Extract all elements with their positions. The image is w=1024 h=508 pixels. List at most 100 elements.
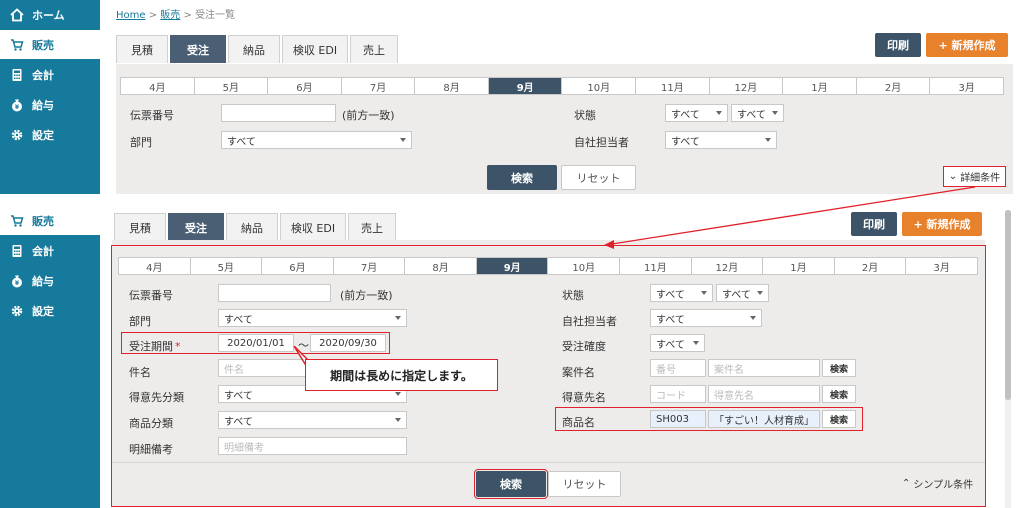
customer-code-input[interactable]: コード bbox=[650, 385, 706, 403]
new-create-button-bottom[interactable]: + 新規作成 bbox=[902, 212, 982, 236]
reset-button[interactable]: リセット bbox=[561, 165, 636, 190]
chevron-down-icon bbox=[765, 138, 771, 142]
bottom-month-9[interactable]: 1月 bbox=[763, 258, 835, 274]
chevron-down-icon bbox=[716, 111, 722, 115]
chevron-down-icon bbox=[395, 316, 401, 320]
top-month-1[interactable]: 5月 bbox=[195, 78, 269, 94]
status-select-2-bottom[interactable]: すべて bbox=[716, 284, 769, 302]
top-month-0[interactable]: 4月 bbox=[121, 78, 195, 94]
money-bag-icon: ¥ bbox=[10, 98, 24, 112]
top-month-7[interactable]: 11月 bbox=[636, 78, 710, 94]
top-month-9[interactable]: 1月 bbox=[783, 78, 857, 94]
top-month-4[interactable]: 8月 bbox=[415, 78, 489, 94]
simple-conditions-toggle[interactable]: ⌃ シンプル条件 bbox=[902, 476, 973, 491]
certainty-select[interactable]: すべて bbox=[650, 334, 705, 352]
product-class-select[interactable]: すべて bbox=[218, 411, 407, 429]
breadcrumb-current: 受注一覧 bbox=[195, 10, 236, 21]
top-nav-item-3[interactable]: ¥ 給与 bbox=[0, 90, 100, 119]
bottom-month-10[interactable]: 2月 bbox=[835, 258, 907, 274]
department-label-bottom: 部門 bbox=[129, 315, 151, 328]
bottom-month-7[interactable]: 11月 bbox=[620, 258, 692, 274]
top-tab-1[interactable]: 受注 bbox=[170, 35, 226, 63]
status-select-2[interactable]: すべて bbox=[731, 104, 784, 122]
print-button-bottom[interactable]: 印刷 bbox=[851, 212, 897, 236]
project-label: 案件名 bbox=[562, 366, 595, 379]
bottom-month-2[interactable]: 6月 bbox=[262, 258, 334, 274]
project-name-input[interactable]: 案件名 bbox=[708, 359, 820, 377]
department-select[interactable]: すべて bbox=[221, 131, 412, 149]
bottom-nav-item-2[interactable]: ¥ 給与 bbox=[0, 266, 100, 295]
chevron-down-icon bbox=[693, 341, 699, 345]
top-tab-4[interactable]: 売上 bbox=[350, 35, 398, 63]
chevron-down-icon bbox=[400, 138, 406, 142]
customer-search-button[interactable]: 検索 bbox=[822, 385, 856, 403]
new-create-button[interactable]: + 新規作成 bbox=[926, 33, 1008, 57]
product-code-input[interactable]: SH003 bbox=[650, 410, 706, 428]
bottom-month-0[interactable]: 4月 bbox=[119, 258, 191, 274]
search-button[interactable]: 検索 bbox=[487, 165, 557, 190]
top-month-8[interactable]: 12月 bbox=[710, 78, 784, 94]
top-month-6[interactable]: 10月 bbox=[562, 78, 637, 94]
bottom-month-5[interactable]: 9月 bbox=[476, 258, 549, 274]
product-name-input[interactable]: 「すごい！人材育成」 bbox=[708, 410, 820, 428]
top-month-3[interactable]: 7月 bbox=[342, 78, 416, 94]
top-month-10[interactable]: 2月 bbox=[857, 78, 931, 94]
project-code-input[interactable]: 番号 bbox=[650, 359, 706, 377]
breadcrumb-home[interactable]: Home bbox=[116, 10, 146, 21]
status-select-1-bottom[interactable]: すべて bbox=[650, 284, 713, 302]
bottom-tab-1[interactable]: 受注 bbox=[168, 213, 224, 241]
home-icon bbox=[10, 7, 24, 22]
project-search-button[interactable]: 検索 bbox=[822, 359, 856, 377]
bottom-tab-4[interactable]: 売上 bbox=[348, 213, 396, 241]
bottom-nav-item-1[interactable]: 会計 bbox=[0, 236, 100, 265]
print-button[interactable]: 印刷 bbox=[875, 33, 921, 57]
nav-item-label: 会計 bbox=[32, 68, 54, 82]
top-month-11[interactable]: 3月 bbox=[930, 78, 1003, 94]
scrollbar-thumb[interactable] bbox=[1005, 210, 1011, 400]
staff-select-bottom[interactable]: すべて bbox=[650, 309, 762, 327]
top-nav-item-1[interactable]: 販売 bbox=[0, 30, 100, 59]
bottom-month-4[interactable]: 8月 bbox=[405, 258, 477, 274]
top-month-2[interactable]: 6月 bbox=[268, 78, 342, 94]
top-tab-2[interactable]: 納品 bbox=[228, 35, 280, 63]
slip-number-input[interactable] bbox=[221, 104, 336, 122]
cart-icon bbox=[10, 214, 24, 228]
top-nav-item-4[interactable]: 設定 bbox=[0, 120, 100, 149]
nav-item-label: 給与 bbox=[32, 274, 54, 288]
bottom-month-1[interactable]: 5月 bbox=[191, 258, 263, 274]
cart-icon bbox=[10, 38, 24, 52]
detail-note-input[interactable]: 明細備考 bbox=[218, 437, 407, 455]
top-tab-3[interactable]: 検収 EDI bbox=[282, 35, 348, 63]
bottom-month-6[interactable]: 10月 bbox=[548, 258, 621, 274]
top-nav-item-0[interactable]: ホーム bbox=[0, 0, 100, 29]
bottom-tab-3[interactable]: 検収 EDI bbox=[280, 213, 346, 241]
staff-select[interactable]: すべて bbox=[665, 131, 777, 149]
bottom-month-3[interactable]: 7月 bbox=[334, 258, 406, 274]
reset-button-bottom[interactable]: リセット bbox=[548, 471, 621, 497]
bottom-month-8[interactable]: 12月 bbox=[692, 258, 764, 274]
customer-class-label: 得意先分類 bbox=[129, 391, 184, 404]
detail-conditions-toggle[interactable]: ⌄ 詳細条件 bbox=[943, 166, 1006, 187]
bottom-nav-item-0[interactable]: 販売 bbox=[0, 206, 100, 235]
bottom-tab-2[interactable]: 納品 bbox=[226, 213, 278, 241]
search-button-bottom[interactable]: 検索 bbox=[474, 469, 548, 499]
top-month-5[interactable]: 9月 bbox=[488, 78, 563, 94]
chevron-down-icon bbox=[701, 291, 707, 295]
subject-label: 件名 bbox=[129, 366, 151, 379]
bottom-nav-item-3[interactable]: 設定 bbox=[0, 296, 100, 325]
bottom-tab-0[interactable]: 見積 bbox=[114, 213, 166, 241]
period-to-input[interactable]: 2020/09/30 bbox=[310, 334, 386, 352]
nav-item-label: 設定 bbox=[32, 304, 54, 318]
callout-text: 期間は長めに指定します。 bbox=[330, 368, 473, 383]
slip-number-input-bottom[interactable] bbox=[218, 284, 331, 302]
nav-item-label: 給与 bbox=[32, 98, 54, 112]
period-from-input[interactable]: 2020/01/01 bbox=[218, 334, 294, 352]
top-tab-0[interactable]: 見積 bbox=[116, 35, 168, 63]
bottom-month-11[interactable]: 3月 bbox=[906, 258, 977, 274]
top-nav-item-2[interactable]: 会計 bbox=[0, 60, 100, 89]
department-select-bottom[interactable]: すべて bbox=[218, 309, 407, 327]
status-select-1[interactable]: すべて bbox=[665, 104, 728, 122]
breadcrumb-sales[interactable]: 販売 bbox=[160, 10, 180, 21]
customer-name-input[interactable]: 得意先名 bbox=[708, 385, 820, 403]
product-search-button[interactable]: 検索 bbox=[822, 410, 856, 428]
